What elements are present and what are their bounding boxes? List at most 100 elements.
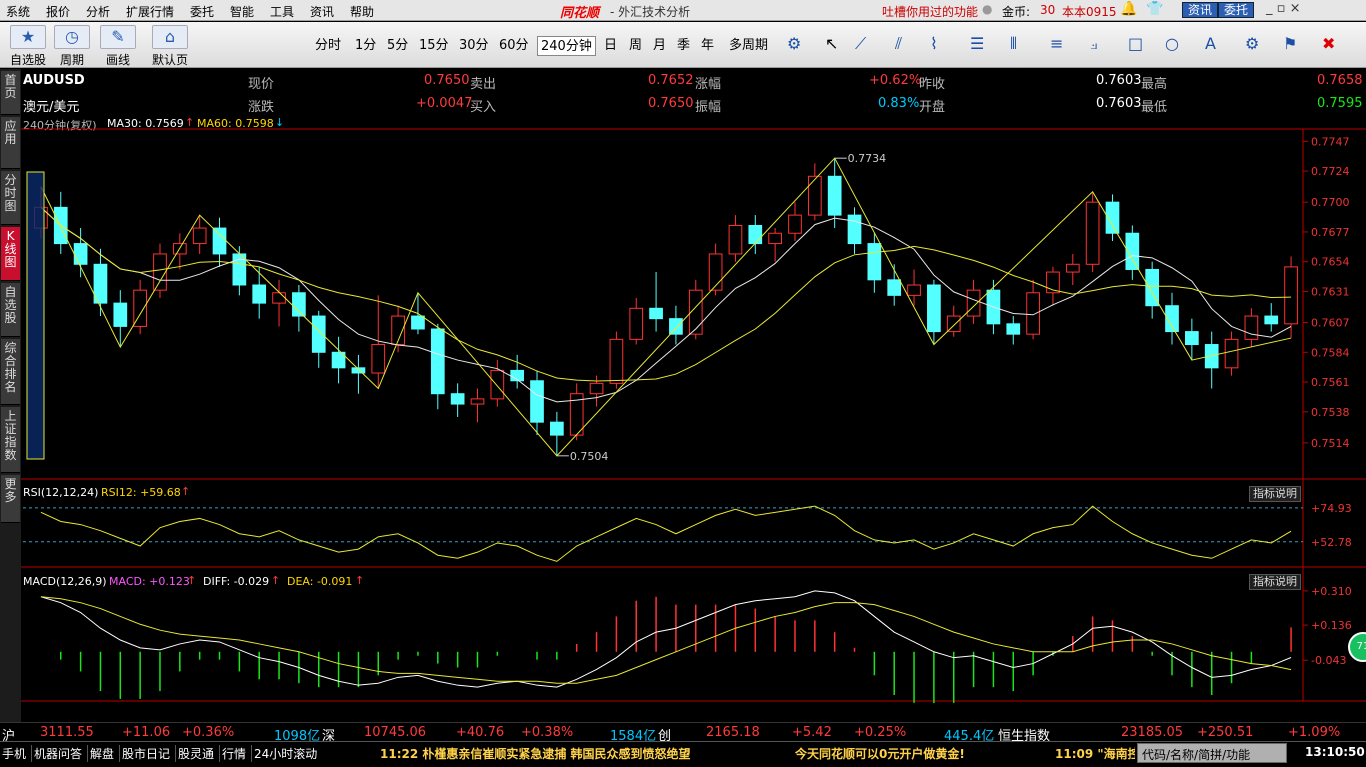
tab-mobile[interactable]: 手机 bbox=[2, 745, 33, 762]
menu-smart[interactable]: 智能 bbox=[230, 3, 254, 20]
selection-box bbox=[26, 171, 45, 460]
cycle-tool-icon[interactable]: ⦀ bbox=[1010, 34, 1017, 54]
period-tool[interactable]: ◷ 周期 bbox=[50, 25, 94, 68]
price-tick-label: 0.7561 bbox=[1311, 376, 1350, 389]
news-ticker-2[interactable]: 11:09 "海南控 bbox=[1055, 745, 1135, 762]
period-30min[interactable]: 30分 bbox=[456, 36, 492, 56]
candle-body bbox=[1224, 338, 1239, 369]
annotation-label: 0.7734 bbox=[848, 152, 887, 165]
period-week[interactable]: 周 bbox=[626, 36, 645, 56]
hs-change: +250.51 bbox=[1197, 725, 1254, 740]
candle-body bbox=[827, 175, 842, 216]
menu-system[interactable]: 系统 bbox=[6, 3, 30, 20]
default-page-tool[interactable]: ⌂ 默认页 bbox=[148, 25, 192, 68]
gear-tool-icon[interactable]: ⚙ bbox=[1245, 34, 1259, 53]
sz-index[interactable]: 10745.06 bbox=[364, 725, 426, 740]
pen-icon: ✎ bbox=[100, 25, 136, 49]
candle-body bbox=[371, 344, 386, 374]
shirt-icon[interactable]: 👕 bbox=[1146, 1, 1163, 17]
settings-icon[interactable]: ⚙ bbox=[787, 34, 801, 53]
watchlist-tool[interactable]: ★ 自选股 bbox=[6, 25, 50, 68]
menu-extended[interactable]: 扩展行情 bbox=[126, 3, 174, 20]
feedback-link[interactable]: 吐槽你用过的功能 bbox=[882, 3, 978, 20]
price-tick-label: 0.7607 bbox=[1311, 317, 1350, 330]
tab-ranking[interactable]: 综合排名 bbox=[1, 339, 20, 405]
text-tool-icon[interactable]: A bbox=[1205, 34, 1216, 53]
sh-index[interactable]: 3111.55 bbox=[40, 725, 94, 740]
period-month[interactable]: 月 bbox=[650, 36, 669, 56]
ma30-line bbox=[40, 206, 1292, 403]
window-title: - 外汇技术分析 bbox=[610, 5, 691, 19]
menu-help[interactable]: 帮助 bbox=[350, 3, 374, 20]
kline-chart[interactable]: 0.7747 0.7724 0.7700 0.7677 0.7654 0.7631 0.76… bbox=[21, 69, 1366, 703]
username[interactable]: 本本0915 bbox=[1062, 3, 1117, 20]
tab-sh-index[interactable]: 上证指数 bbox=[1, 407, 20, 473]
wave-tool-icon[interactable]: ⌇ bbox=[930, 34, 938, 53]
period-1min[interactable]: 1分 bbox=[352, 36, 379, 56]
draw-tool[interactable]: ✎ 画线 bbox=[96, 25, 140, 68]
chart-area[interactable]: AUDUSD 澳元/美元 现价 涨跌 0.7650 +0.0047 卖出 买入 … bbox=[21, 69, 1366, 703]
coin-value: 30 bbox=[1040, 3, 1056, 17]
tab-robot-qa[interactable]: 机器问答 bbox=[34, 745, 89, 762]
period-quarter[interactable]: 季 bbox=[674, 36, 693, 56]
period-15min[interactable]: 15分 bbox=[416, 36, 452, 56]
star-icon: ★ bbox=[10, 25, 46, 49]
menu-quote[interactable]: 报价 bbox=[46, 3, 70, 20]
tab-market[interactable]: 行情 bbox=[222, 745, 253, 762]
period-60min[interactable]: 60分 bbox=[496, 36, 532, 56]
candle-body bbox=[788, 214, 802, 234]
tab-apps[interactable]: 应用 bbox=[1, 117, 20, 169]
period-240min[interactable]: 240分钟 bbox=[537, 36, 596, 56]
tab-stock-link[interactable]: 股灵通 bbox=[178, 745, 221, 762]
tab-more[interactable]: 更多 bbox=[1, 475, 20, 523]
tab-commentary[interactable]: 解盘 bbox=[90, 745, 121, 762]
fib-tool-icon[interactable]: ☰ bbox=[970, 34, 984, 53]
news-button[interactable]: 资讯 bbox=[1182, 2, 1219, 18]
hs-index[interactable]: 23185.05 bbox=[1121, 725, 1183, 740]
tab-kline[interactable]: K线图 bbox=[1, 227, 20, 281]
cy-index[interactable]: 2165.18 bbox=[706, 725, 760, 740]
trade-button[interactable]: 委托 bbox=[1218, 2, 1255, 18]
rect-tool-icon[interactable]: □ bbox=[1128, 34, 1143, 53]
tab-watchlist[interactable]: 自选股 bbox=[1, 283, 20, 337]
menu-tools[interactable]: 工具 bbox=[270, 3, 294, 20]
period-5min[interactable]: 5分 bbox=[384, 36, 411, 56]
delete-icon[interactable]: ✖ bbox=[1322, 34, 1335, 53]
price-tick-label: 0.7654 bbox=[1311, 256, 1350, 269]
price-tick-label: 0.7584 bbox=[1311, 346, 1350, 359]
cursor-icon[interactable]: ↖ bbox=[825, 34, 838, 53]
menu-trade[interactable]: 委托 bbox=[190, 3, 214, 20]
bookmark-icon[interactable]: ⚑ bbox=[1283, 34, 1297, 53]
period-day[interactable]: 日 bbox=[601, 36, 620, 56]
ellipse-tool-icon[interactable]: ○ bbox=[1165, 34, 1179, 53]
menu-news[interactable]: 资讯 bbox=[310, 3, 334, 20]
tab-diary[interactable]: 股市日记 bbox=[122, 745, 177, 762]
tab-24h[interactable]: 24小时滚动 bbox=[254, 745, 317, 762]
candle-body bbox=[252, 284, 267, 304]
search-input[interactable]: 代码/名称/简拼/功能 bbox=[1137, 743, 1287, 763]
line-tool-icon[interactable]: ⟋ bbox=[855, 34, 866, 54]
price-tick-label: 0.7677 bbox=[1311, 226, 1350, 239]
title-bar: 系统 报价 分析 扩展行情 委托 智能 工具 资讯 帮助 同花顺 - 外汇技术分… bbox=[0, 0, 1366, 21]
sz-pct: +0.38% bbox=[521, 725, 574, 740]
menu-analysis[interactable]: 分析 bbox=[86, 3, 110, 20]
gann-tool-icon[interactable]: ⟓ bbox=[1090, 34, 1098, 54]
parallel-tool-icon[interactable]: ⫽ bbox=[895, 34, 902, 54]
tab-intraday[interactable]: 分时图 bbox=[1, 171, 20, 225]
tab-kline-label: K线图 bbox=[4, 229, 17, 269]
tab-home[interactable]: 首页 bbox=[1, 71, 20, 115]
window-controls[interactable]: _ ▫ × bbox=[1266, 1, 1300, 16]
tab-intraday-label: 分时图 bbox=[4, 173, 17, 213]
channel-tool-icon[interactable]: ≡ bbox=[1050, 34, 1063, 53]
period-year[interactable]: 年 bbox=[698, 36, 717, 56]
news-ticker[interactable]: 11:22 朴槿惠亲信崔顺实紧急逮捕 韩国民众感到愤怒绝望 bbox=[380, 745, 691, 762]
period-intraday[interactable]: 分时 bbox=[312, 36, 344, 56]
candle-body bbox=[113, 302, 128, 327]
bell-icon[interactable]: 🔔 bbox=[1120, 1, 1137, 17]
candle-body bbox=[629, 307, 644, 340]
period-multi[interactable]: 多周期 bbox=[726, 36, 771, 56]
candle-body bbox=[430, 328, 445, 395]
promo-ticker[interactable]: 今天同花顺可以0元开户做黄金! bbox=[795, 745, 965, 762]
candle-body bbox=[470, 398, 485, 405]
candle-body bbox=[1006, 323, 1021, 335]
